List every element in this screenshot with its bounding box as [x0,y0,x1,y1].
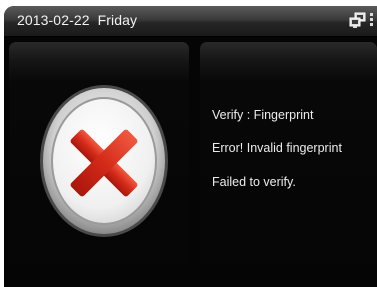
verify-status-text: Failed to verify. [212,175,296,189]
status-bar: 2013-02-22 Friday [4,6,377,37]
result-icon-panel [9,42,189,287]
failure-cross-icon [40,85,168,237]
network-icon [349,12,366,28]
menu-grip-icon[interactable] [370,13,373,26]
status-icons [345,11,377,31]
device-screen: 2013-02-22 Friday Verify: Fingerprint E… [4,6,377,287]
status-date-time: 2013-02-22 Friday [17,12,137,28]
verification-message-panel: Verify : Fingerprint Error! Invalid fing… [200,42,377,287]
verify-mode-text: Verify : Fingerprint [212,108,314,122]
weekday-text: Friday [97,12,138,28]
date-text: 2013-02-22 [17,12,90,28]
error-text: Error! Invalid fingerprint [212,141,342,155]
